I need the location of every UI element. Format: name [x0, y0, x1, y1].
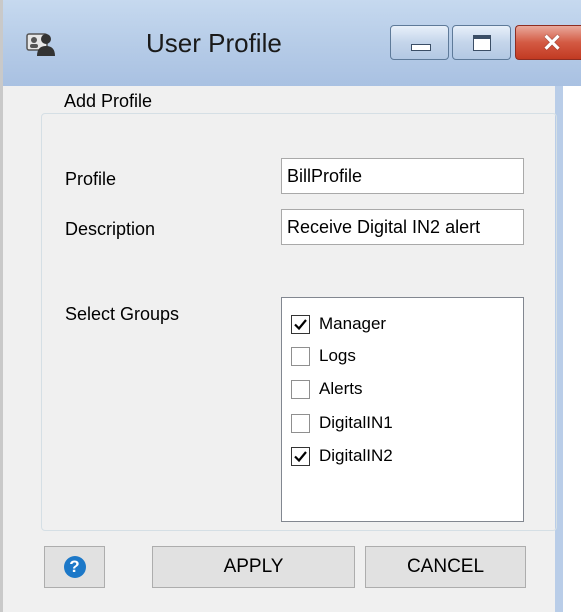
- checkmark-icon: [294, 450, 307, 462]
- manager-checkbox[interactable]: [291, 314, 310, 334]
- group-item-label: DigitalIN1: [319, 413, 393, 432]
- group-item-logs[interactable]: Logs: [291, 343, 356, 369]
- title-bar[interactable]: User Profile ✕: [3, 0, 581, 86]
- group-item-digitalin1[interactable]: DigitalIN1: [291, 410, 393, 436]
- profile-input[interactable]: BillProfile: [281, 158, 524, 194]
- user-profile-icon: [26, 28, 56, 58]
- group-item-label: Alerts: [319, 379, 363, 398]
- close-button[interactable]: ✕: [515, 25, 581, 60]
- profile-label: Profile: [65, 169, 117, 189]
- help-button[interactable]: ?: [44, 546, 105, 588]
- alerts-checkbox[interactable]: [291, 379, 310, 399]
- digitalin1-checkbox[interactable]: [291, 413, 310, 433]
- digitalin2-checkbox[interactable]: [291, 446, 310, 466]
- group-item-alerts[interactable]: Alerts: [291, 376, 362, 402]
- window-title: User Profile: [146, 28, 282, 58]
- apply-button[interactable]: APPLY: [152, 546, 355, 588]
- maximize-button[interactable]: [452, 25, 511, 60]
- group-item-manager[interactable]: Manager: [291, 311, 386, 337]
- cancel-button[interactable]: CANCEL: [365, 546, 526, 588]
- group-item-label: DigitalIN2: [319, 446, 393, 465]
- group-item-digitalin2[interactable]: DigitalIN2: [291, 443, 393, 469]
- checkmark-icon: [294, 318, 307, 330]
- logs-checkbox[interactable]: [291, 346, 310, 366]
- groupbox-title: Add Profile: [58, 91, 159, 112]
- close-icon: ✕: [542, 30, 563, 57]
- help-icon: ?: [63, 556, 86, 578]
- group-item-label: Manager: [319, 314, 387, 333]
- group-item-label: Logs: [319, 346, 356, 365]
- description-input[interactable]: Receive Digital IN2 alert: [281, 209, 524, 245]
- groups-checklist[interactable]: Manager Logs Alerts DigitalIN1 DigitalIN…: [281, 297, 524, 522]
- minimize-button[interactable]: [390, 25, 449, 60]
- description-label: Description: [65, 219, 156, 239]
- minimize-icon: [411, 44, 431, 51]
- maximize-icon: [473, 35, 491, 51]
- select-groups-label: Select Groups: [65, 304, 180, 324]
